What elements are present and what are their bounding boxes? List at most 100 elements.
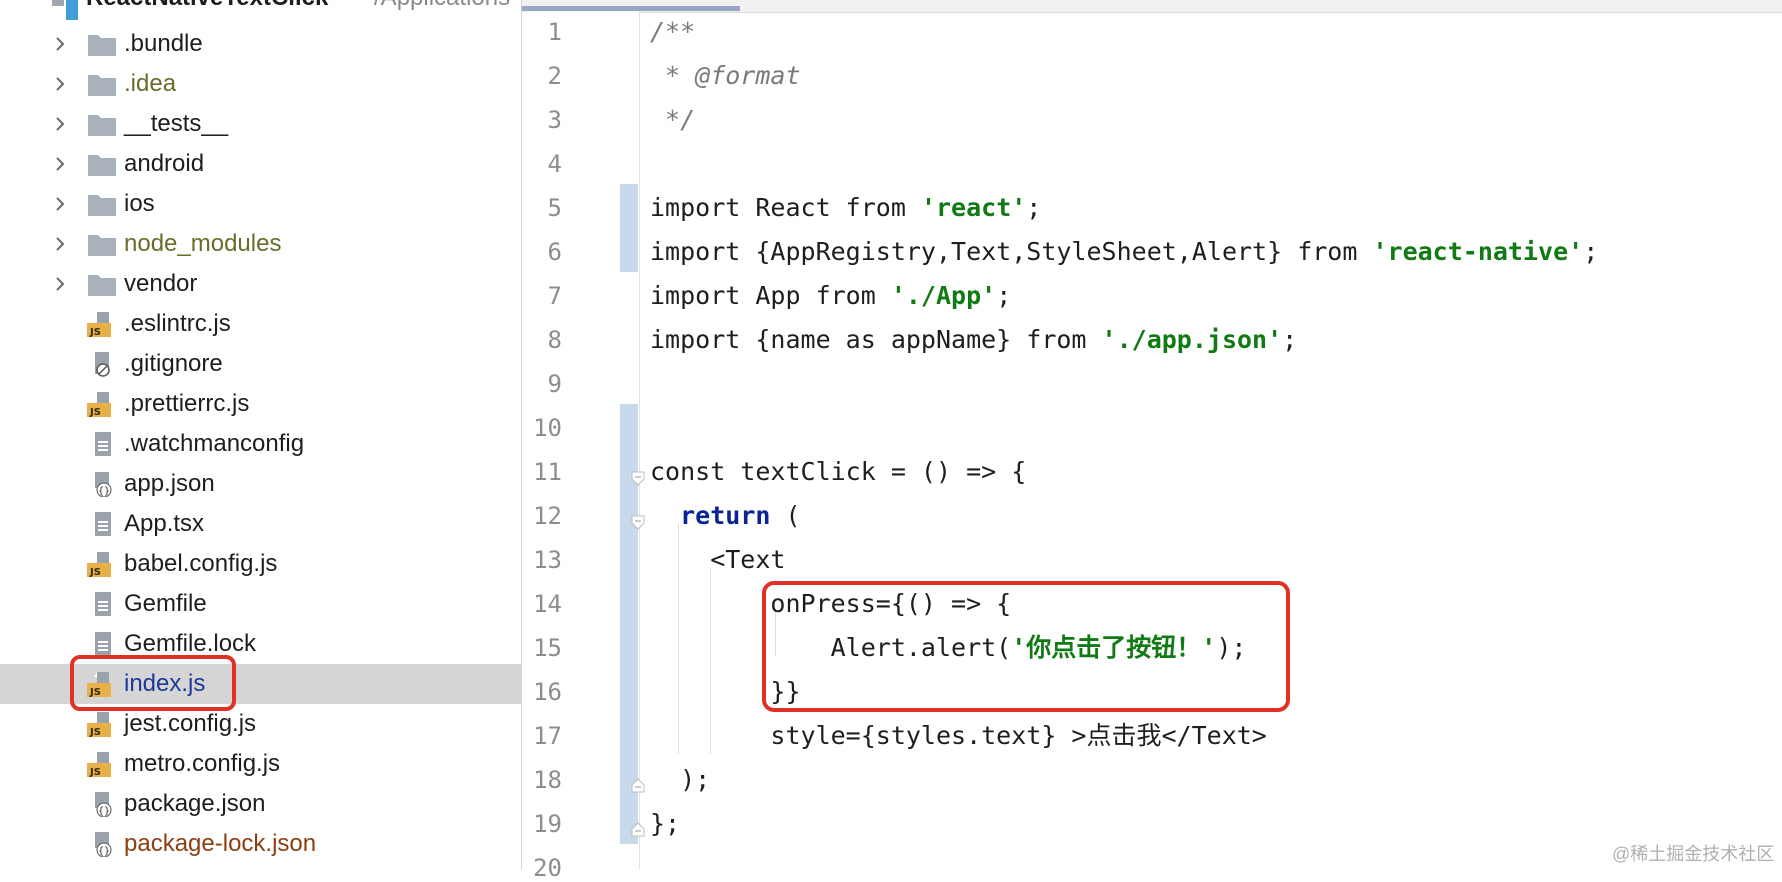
code-line[interactable]: /** bbox=[650, 18, 695, 46]
fold-collapse-icon[interactable] bbox=[630, 514, 646, 530]
json-file-icon: {} bbox=[87, 831, 117, 857]
tree-item-label: .bundle bbox=[124, 30, 203, 57]
project-root-label[interactable]: ReactNativeTextClick bbox=[86, 0, 328, 12]
tree-item[interactable]: __tests__ bbox=[0, 104, 521, 144]
tree-item[interactable]: .bundle bbox=[0, 24, 521, 64]
line-number[interactable]: 14 bbox=[522, 590, 562, 618]
line-number[interactable]: 19 bbox=[522, 810, 562, 838]
line-number[interactable]: 7 bbox=[522, 282, 562, 310]
line-number[interactable]: 6 bbox=[522, 238, 562, 266]
ignore-file-icon bbox=[87, 351, 117, 377]
chevron-right-icon[interactable] bbox=[52, 76, 68, 92]
chevron-right-icon[interactable] bbox=[52, 116, 68, 132]
fold-end-icon[interactable] bbox=[630, 778, 646, 794]
line-number[interactable]: 9 bbox=[522, 370, 562, 398]
tree-item-label: Gemfile bbox=[124, 590, 207, 617]
tree-item-label: ios bbox=[124, 190, 155, 217]
line-number[interactable]: 13 bbox=[522, 546, 562, 574]
folder-icon bbox=[87, 231, 117, 257]
fold-end-icon[interactable] bbox=[630, 822, 646, 838]
code-line[interactable]: return ( bbox=[650, 501, 800, 530]
code-token: './app.json' bbox=[1101, 325, 1283, 354]
code-line[interactable]: }; bbox=[650, 810, 680, 838]
line-number[interactable]: 3 bbox=[522, 106, 562, 134]
tree-item-label: metro.config.js bbox=[124, 750, 281, 777]
tree-item[interactable]: ios bbox=[0, 184, 521, 224]
text-file-icon bbox=[87, 591, 117, 617]
code-line[interactable]: <Text bbox=[650, 546, 785, 574]
tree-item[interactable]: .gitignore bbox=[0, 344, 521, 384]
code-line[interactable]: import App from './App'; bbox=[650, 282, 1011, 310]
line-number[interactable]: 11 bbox=[522, 458, 562, 486]
tree-item-label: vendor bbox=[124, 270, 198, 297]
code-line[interactable]: import React from 'react'; bbox=[650, 194, 1041, 222]
code-line[interactable]: ); bbox=[650, 766, 710, 794]
tree-item[interactable]: {} package-lock.json bbox=[0, 824, 521, 864]
line-number[interactable]: 16 bbox=[522, 678, 562, 706]
js-file-icon: JS bbox=[87, 711, 117, 737]
chevron-right-icon[interactable] bbox=[52, 196, 68, 212]
folder-icon bbox=[87, 271, 117, 297]
svg-text:{}: {} bbox=[98, 846, 110, 857]
tree-item[interactable]: node_modules bbox=[0, 224, 521, 264]
tree-item[interactable]: JS .eslintrc.js bbox=[0, 304, 521, 344]
folder-icon bbox=[87, 71, 117, 97]
tree-item[interactable]: android bbox=[0, 144, 521, 184]
tree-item[interactable]: JS babel.config.js bbox=[0, 544, 521, 584]
line-number[interactable]: 8 bbox=[522, 326, 562, 354]
tree-item-label: package-lock.json bbox=[124, 830, 317, 857]
chevron-right-icon[interactable] bbox=[52, 36, 68, 52]
tree-item-label: Gemfile.lock bbox=[124, 630, 257, 657]
code-line[interactable]: * @format bbox=[650, 62, 800, 90]
line-number[interactable]: 17 bbox=[522, 722, 562, 750]
code-line[interactable]: */ bbox=[650, 106, 695, 134]
tree-item[interactable]: {} package.json bbox=[0, 784, 521, 824]
code-line[interactable]: style={styles.text} >点击我</Text> bbox=[650, 721, 1267, 750]
code-line[interactable]: import {AppRegistry,Text,StyleSheet,Aler… bbox=[650, 238, 1598, 266]
folder-icon bbox=[87, 191, 117, 217]
code-token: style={styles.text} >点击我</Text> bbox=[650, 721, 1267, 750]
line-number[interactable]: 5 bbox=[522, 194, 562, 222]
watermark: @稀土掘金技术社区 bbox=[1612, 844, 1775, 864]
project-tree-panel: ReactNativeTextClick ~/Applications .bun… bbox=[0, 0, 522, 870]
tree-item[interactable]: .watchmanconfig bbox=[0, 424, 521, 464]
tree-item[interactable]: JS metro.config.js bbox=[0, 744, 521, 784]
code-token: 'react' bbox=[920, 193, 1027, 222]
project-root-path: ~/Applications bbox=[360, 0, 510, 12]
code-token: 'react-native' bbox=[1372, 237, 1584, 266]
line-number[interactable]: 2 bbox=[522, 62, 562, 90]
tree-item[interactable]: .idea bbox=[0, 64, 521, 104]
line-number[interactable]: 18 bbox=[522, 766, 562, 794]
line-number[interactable]: 4 bbox=[522, 150, 562, 178]
tree-item-label: babel.config.js bbox=[124, 550, 278, 577]
tree-item-label: .prettierrc.js bbox=[124, 390, 250, 417]
change-marker[interactable] bbox=[620, 184, 638, 272]
svg-text:JS: JS bbox=[89, 327, 101, 337]
tree-item[interactable]: Gemfile bbox=[0, 584, 521, 624]
line-number[interactable]: 10 bbox=[522, 414, 562, 442]
tree-item-label: jest.config.js bbox=[124, 710, 257, 737]
code-line[interactable]: const textClick = () => { bbox=[650, 458, 1026, 486]
line-number[interactable]: 15 bbox=[522, 634, 562, 662]
tree-item[interactable]: vendor bbox=[0, 264, 521, 304]
tree-item[interactable]: JS .prettierrc.js bbox=[0, 384, 521, 424]
line-number[interactable]: 1 bbox=[522, 18, 562, 46]
chevron-right-icon[interactable] bbox=[52, 276, 68, 292]
line-number[interactable]: 12 bbox=[522, 502, 562, 530]
fold-collapse-icon[interactable] bbox=[630, 470, 646, 486]
tree-item[interactable]: App.tsx bbox=[0, 504, 521, 544]
tree-item[interactable]: {} app.json bbox=[0, 464, 521, 504]
chevron-right-icon[interactable] bbox=[52, 156, 68, 172]
tree-item-label: .watchmanconfig bbox=[124, 430, 305, 457]
chevron-right-icon[interactable] bbox=[52, 236, 68, 252]
tree-item-label: android bbox=[124, 150, 205, 177]
svg-text:{}: {} bbox=[98, 806, 110, 817]
code-token: ; bbox=[1583, 237, 1599, 266]
code-line[interactable]: import {name as appName} from './app.jso… bbox=[650, 326, 1297, 354]
svg-text:JS: JS bbox=[89, 767, 101, 777]
text-file-icon bbox=[87, 631, 117, 657]
code-token: const textClick = () => { bbox=[650, 457, 1027, 486]
line-number[interactable]: 20 bbox=[522, 854, 562, 882]
indent-guide bbox=[710, 568, 711, 754]
